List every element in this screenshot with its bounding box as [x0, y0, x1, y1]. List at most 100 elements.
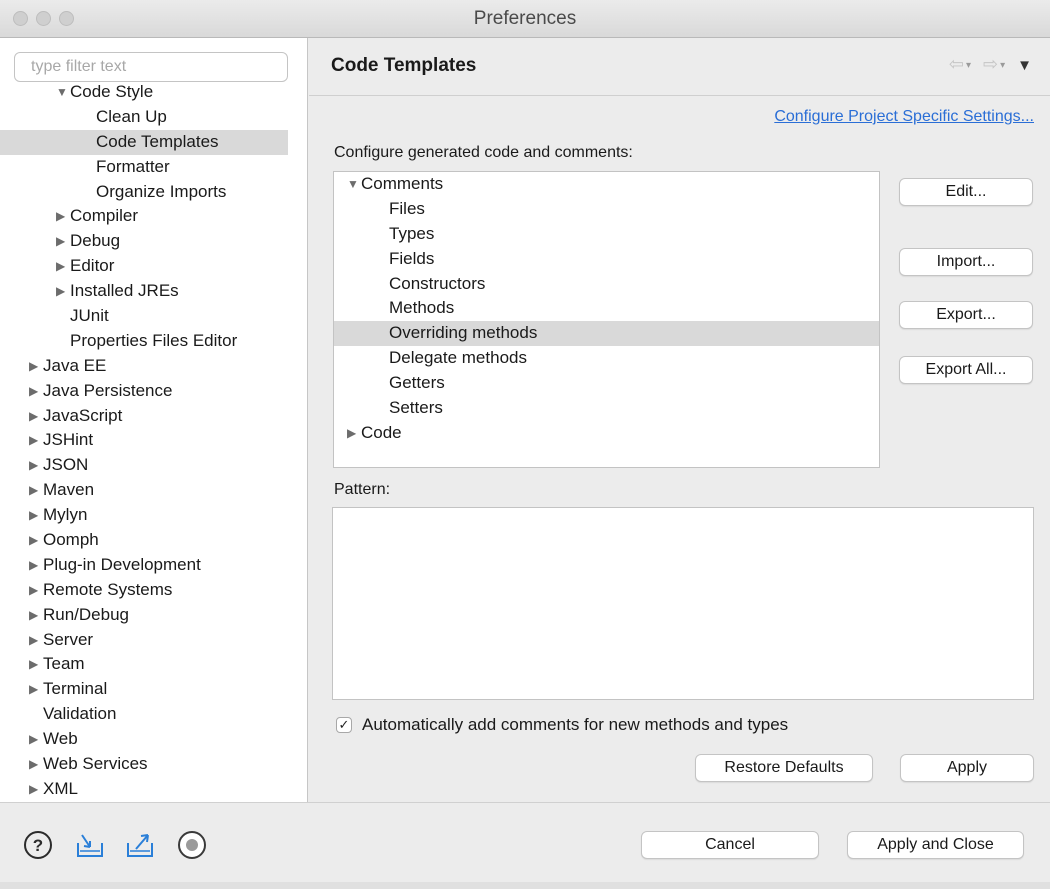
sidebar-item[interactable]: ▶ Oomph [0, 528, 307, 553]
templates-tree[interactable]: ▼ Comments Files Types Fields Constructors Met… [333, 171, 880, 468]
window-shadow-strip [0, 882, 1050, 889]
expand-arrow-icon[interactable]: ▶ [29, 553, 43, 578]
sidebar-item[interactable]: ▶ Plug-in Development [0, 553, 307, 578]
code-templates-page: Code Templates ⇦▾ ⇨▾ ▼ Configure Project S… [309, 38, 1050, 802]
sidebar-item[interactable]: ▶ Web Services [0, 752, 307, 777]
edit-button[interactable]: Edit... [899, 178, 1033, 206]
sidebar-item[interactable]: ▶ Terminal [0, 677, 307, 702]
sidebar-item[interactable]: ▶ Java EE [0, 354, 307, 379]
sidebar-item[interactable]: ▶ Run/Debug [0, 603, 307, 628]
back-arrow-icon[interactable]: ⇦ [949, 54, 966, 74]
template-item[interactable]: Methods [334, 296, 879, 321]
apply-button[interactable]: Apply [900, 754, 1034, 782]
expand-arrow-icon[interactable]: ▶ [56, 254, 70, 279]
sidebar-item-label: Oomph [43, 530, 99, 550]
expand-arrow-icon[interactable]: ▶ [29, 652, 43, 677]
expand-arrow-icon[interactable]: ▶ [347, 421, 361, 446]
expand-arrow-icon[interactable]: ▶ [29, 478, 43, 503]
filter-input[interactable] [14, 52, 288, 82]
sidebar-item[interactable]: ▶ Installed JREs [0, 279, 307, 304]
expand-arrow-icon[interactable]: ▶ [29, 428, 43, 453]
sidebar-item-label: Java EE [43, 355, 107, 375]
sidebar-item[interactable]: Formatter [0, 155, 307, 180]
sidebar-item[interactable]: Organize Imports [0, 180, 307, 205]
sidebar-item[interactable]: ▼ Code Style [0, 80, 307, 105]
sidebar-item[interactable]: ▶ Server [0, 628, 307, 653]
expand-arrow-icon[interactable]: ▶ [29, 752, 43, 777]
sidebar-item[interactable]: ▶ Remote Systems [0, 578, 307, 603]
apply-and-close-button[interactable]: Apply and Close [847, 831, 1024, 859]
forward-dropdown-icon[interactable]: ▾ [1000, 60, 1007, 71]
template-item[interactable]: Types [334, 222, 879, 247]
view-menu-icon[interactable]: ▼ [1017, 57, 1034, 74]
configure-project-settings-link[interactable]: Configure Project Specific Settings... [774, 108, 1034, 126]
template-item[interactable]: ▼ Comments [334, 172, 879, 197]
import-prefs-icon[interactable] [74, 829, 106, 861]
sidebar-item-label: XML [43, 778, 78, 798]
template-item[interactable]: Overriding methods [334, 321, 879, 347]
collapse-arrow-icon[interactable]: ▼ [347, 172, 361, 197]
sidebar-item[interactable]: Properties Files Editor [0, 329, 307, 354]
restore-defaults-button[interactable]: Restore Defaults [695, 754, 873, 782]
expand-arrow-icon[interactable]: ▶ [29, 503, 43, 528]
template-item[interactable]: Setters [334, 396, 879, 421]
dialog-footer: ? Cancel Apply and Close [0, 802, 1050, 889]
collapse-arrow-icon[interactable]: ▼ [56, 80, 70, 105]
sidebar-item-label: Formatter [96, 156, 170, 176]
sidebar-item[interactable]: ▶ Editor [0, 254, 307, 279]
export-button[interactable]: Export... [899, 301, 1033, 329]
sidebar-item[interactable]: Code Templates [0, 129, 307, 155]
sidebar-item-label: Server [43, 629, 94, 649]
expand-arrow-icon[interactable]: ▶ [29, 628, 43, 653]
sidebar-item[interactable]: ▶ Team [0, 652, 307, 677]
sidebar-item-label: Validation [43, 704, 117, 724]
expand-arrow-icon[interactable]: ▶ [29, 603, 43, 628]
record-icon[interactable] [176, 829, 208, 861]
expand-arrow-icon[interactable]: ▶ [29, 453, 43, 478]
sidebar-item[interactable]: ▶ Mylyn [0, 503, 307, 528]
export-prefs-icon[interactable] [124, 829, 156, 861]
expand-arrow-icon[interactable]: ▶ [56, 229, 70, 254]
expand-arrow-icon[interactable]: ▶ [56, 279, 70, 304]
sidebar-item[interactable]: ▶ JSHint [0, 428, 307, 453]
help-icon[interactable]: ? [22, 829, 54, 861]
auto-comments-checkbox[interactable]: ✓ Automatically add comments for new met… [336, 715, 788, 735]
sidebar-item[interactable]: ▶ JSON [0, 453, 307, 478]
sidebar-item[interactable]: ▶ Maven [0, 478, 307, 503]
back-dropdown-icon[interactable]: ▾ [966, 60, 973, 71]
expand-arrow-icon[interactable]: ▶ [56, 204, 70, 229]
import-button[interactable]: Import... [899, 248, 1033, 276]
template-item[interactable]: Files [334, 197, 879, 222]
sidebar-item[interactable]: ▶ Web [0, 727, 307, 752]
expand-arrow-icon[interactable]: ▶ [29, 578, 43, 603]
expand-arrow-icon[interactable]: ▶ [29, 354, 43, 379]
sidebar-item[interactable]: ▶ Compiler [0, 204, 307, 229]
template-item[interactable]: ▶ Code [334, 421, 879, 446]
template-item[interactable]: Constructors [334, 272, 879, 297]
template-item[interactable]: Getters [334, 371, 879, 396]
template-item[interactable]: Fields [334, 247, 879, 272]
sidebar-item[interactable]: Clean Up [0, 105, 307, 130]
sidebar-item[interactable]: ▶ Java Persistence [0, 379, 307, 404]
cancel-button[interactable]: Cancel [641, 831, 819, 859]
sidebar-item-label: Maven [43, 480, 95, 500]
sidebar-item[interactable]: ▶ Debug [0, 229, 307, 254]
export-all-button[interactable]: Export All... [899, 356, 1033, 384]
expand-arrow-icon[interactable]: ▶ [29, 528, 43, 553]
template-item-label: Code [361, 422, 402, 442]
sidebar-item[interactable]: Validation [0, 702, 307, 727]
checkmark-icon[interactable]: ✓ [336, 717, 352, 733]
sidebar-item[interactable]: JUnit [0, 304, 307, 329]
expand-arrow-icon[interactable]: ▶ [29, 379, 43, 404]
template-item-label: Overriding methods [389, 323, 538, 343]
forward-arrow-icon[interactable]: ⇨ [983, 54, 1000, 74]
sidebar-item[interactable]: ▶ JavaScript [0, 404, 307, 429]
expand-arrow-icon[interactable]: ▶ [29, 727, 43, 752]
expand-arrow-icon[interactable]: ▶ [29, 777, 43, 802]
pattern-textarea[interactable] [332, 507, 1034, 700]
expand-arrow-icon[interactable]: ▶ [29, 677, 43, 702]
expand-arrow-icon[interactable]: ▶ [29, 404, 43, 429]
sidebar-item[interactable]: ▶ XML [0, 777, 307, 802]
template-item[interactable]: Delegate methods [334, 346, 879, 371]
template-item-label: Types [389, 223, 435, 243]
